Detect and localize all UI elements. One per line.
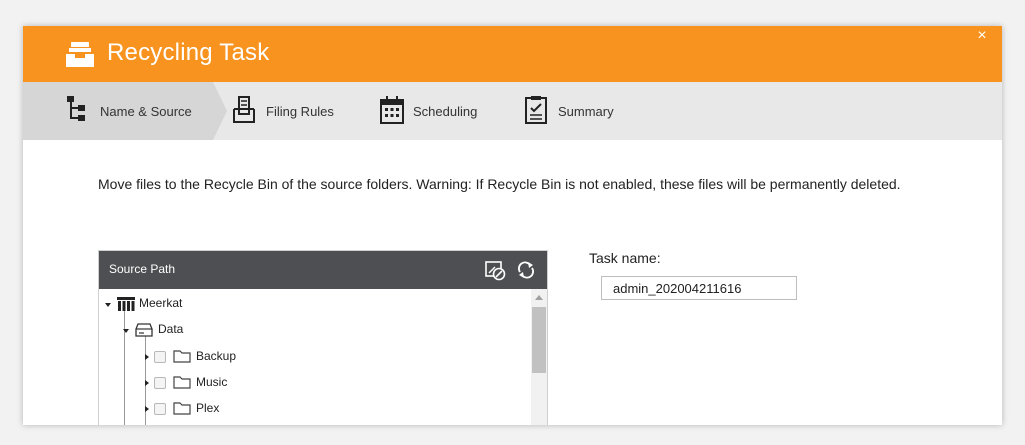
tree-node-label: Music: [196, 375, 228, 389]
remote-connect-icon[interactable]: [484, 259, 506, 281]
scroll-thumb[interactable]: [532, 307, 546, 373]
tree-scrollbar[interactable]: [531, 289, 547, 425]
server-icon: [117, 297, 135, 311]
source-path-header: Source Path: [99, 251, 547, 289]
source-path-panel: Source Path Meerkat Data Backup Music Pl…: [98, 250, 548, 425]
expand-toggle[interactable]: [145, 380, 149, 386]
expand-toggle[interactable]: [145, 354, 149, 360]
folder-checkbox[interactable]: [154, 403, 166, 415]
task-name-input[interactable]: [601, 276, 797, 300]
tree-node-label: Data: [158, 322, 184, 336]
tree-node-label: Meerkat: [139, 296, 183, 310]
source-path-title: Source Path: [109, 262, 176, 276]
scroll-up-arrow[interactable]: [535, 295, 543, 300]
tree-node-data[interactable]: Data: [99, 319, 529, 341]
checklist-icon: [525, 96, 547, 124]
step-label: Name & Source: [100, 104, 192, 119]
collapse-toggle[interactable]: [123, 329, 129, 333]
recycle-tray-icon: [66, 42, 94, 67]
recycle-warning-text: Move files to the Recycle Bin of the sou…: [98, 176, 901, 192]
step-summary[interactable]: Summary: [523, 82, 643, 140]
folder-icon: [173, 350, 191, 363]
dialog-title: Recycling Task: [107, 39, 270, 66]
tree-node-music[interactable]: Music: [99, 372, 529, 394]
collapse-toggle[interactable]: [105, 303, 111, 307]
task-name-label: Task name:: [589, 250, 661, 266]
step-filing-rules[interactable]: Filing Rules: [229, 82, 349, 140]
volume-drive-icon: [135, 323, 153, 337]
refresh-icon[interactable]: [515, 259, 537, 281]
recycling-task-dialog: Recycling Task × Name & Source Filing Ru…: [23, 26, 1002, 425]
folder-icon: [173, 402, 191, 415]
tree-node-label: Backup: [196, 349, 237, 363]
tree-node-plex[interactable]: Plex: [99, 398, 529, 420]
step-label: Filing Rules: [266, 104, 334, 119]
active-step-arrow: [213, 82, 227, 140]
filing-tray-icon: [233, 96, 255, 123]
tree-hierarchy-icon: [67, 96, 85, 121]
step-name-source[interactable]: Name & Source: [63, 82, 213, 140]
dialog-titlebar: Recycling Task ×: [23, 26, 1002, 82]
step-label: Scheduling: [413, 104, 478, 119]
expand-toggle[interactable]: [145, 406, 149, 412]
folder-checkbox[interactable]: [154, 377, 166, 389]
step-scheduling[interactable]: Scheduling: [377, 82, 497, 140]
folder-icon: [173, 376, 191, 389]
wizard-steps: Name & Source Filing Rules Scheduling Su…: [23, 82, 1002, 140]
folder-checkbox[interactable]: [154, 351, 166, 363]
close-button[interactable]: ×: [974, 28, 990, 44]
step-label: Summary: [558, 104, 614, 119]
tree-node-meerkat[interactable]: Meerkat: [99, 293, 529, 315]
calendar-icon: [380, 96, 404, 124]
tree-node-label: Plex: [196, 401, 220, 415]
tree-node-backup[interactable]: Backup: [99, 346, 529, 368]
